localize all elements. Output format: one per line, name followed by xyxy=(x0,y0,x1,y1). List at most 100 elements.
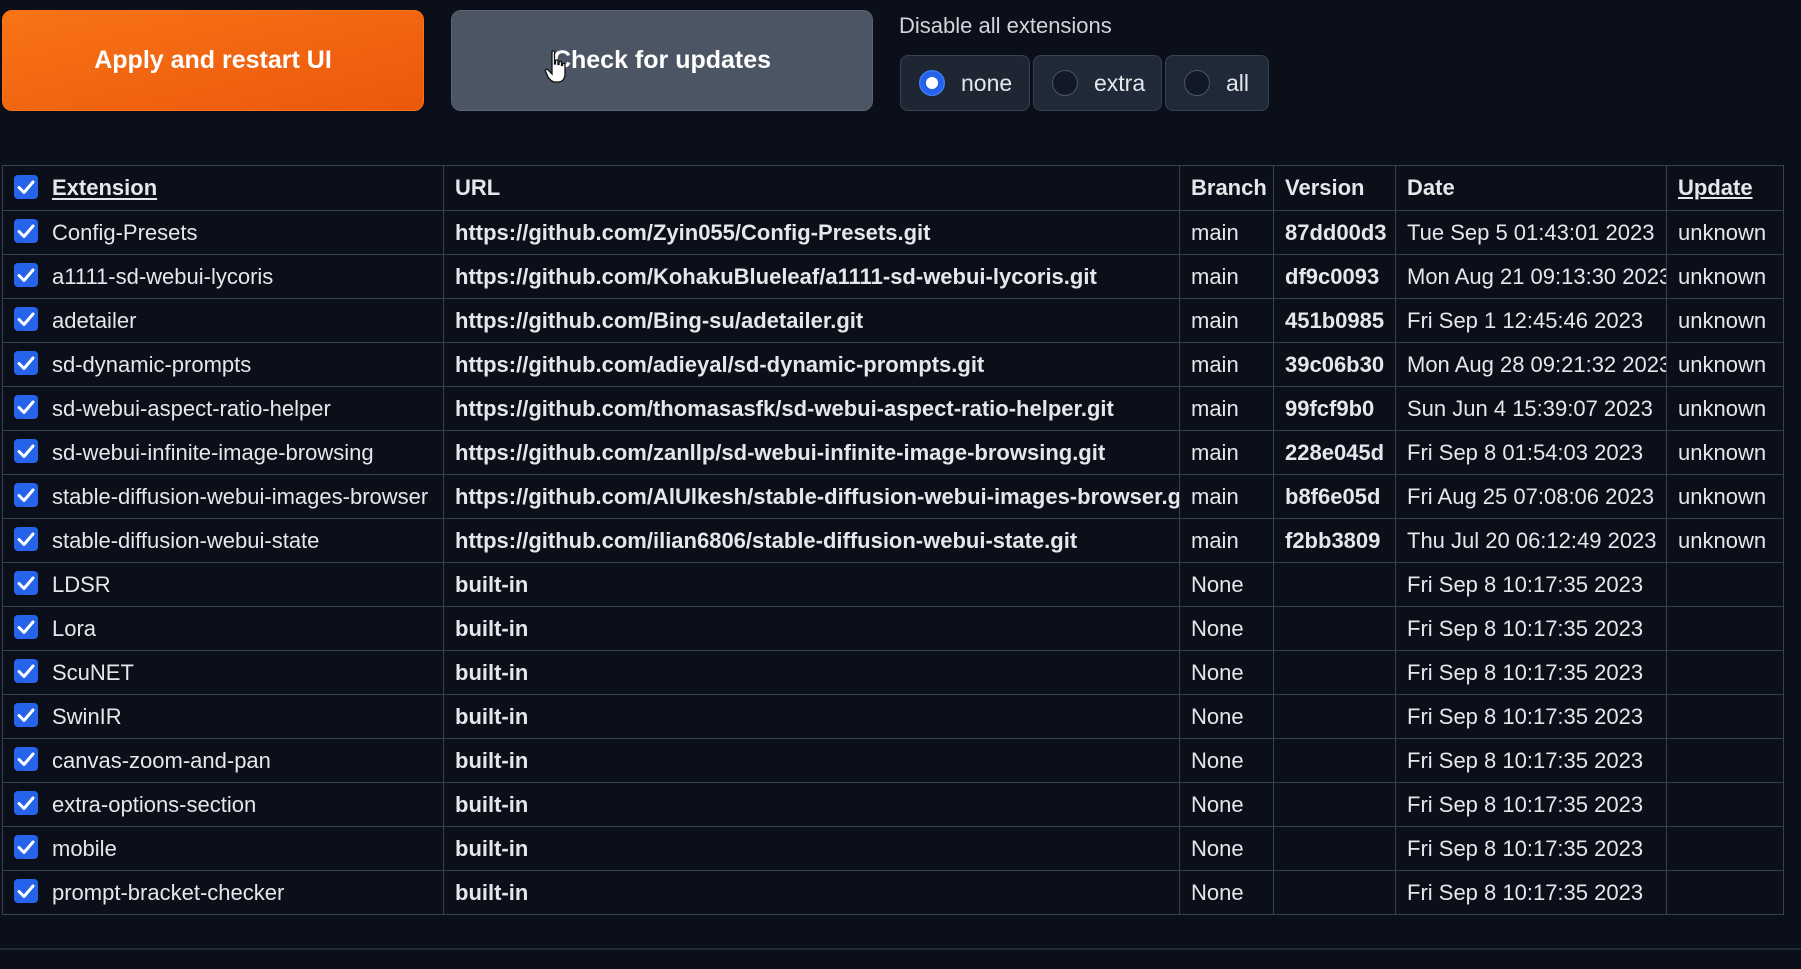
checkmark-icon xyxy=(17,576,35,591)
extension-name: sd-webui-infinite-image-browsing xyxy=(52,440,374,466)
extension-enabled-checkbox[interactable] xyxy=(14,527,38,552)
extensions-table: Extension URL Branch Version Date Update… xyxy=(2,165,1784,915)
extension-enabled-checkbox[interactable] xyxy=(14,747,38,772)
extension-enabled-checkbox[interactable] xyxy=(14,483,38,508)
extension-version xyxy=(1273,870,1396,915)
extension-version: 451b0985 xyxy=(1273,298,1396,343)
extension-enabled-checkbox[interactable] xyxy=(14,307,38,332)
extension-enabled-checkbox[interactable] xyxy=(14,615,38,640)
extension-url: built-in xyxy=(443,606,1180,651)
extension-update: unknown xyxy=(1666,518,1784,563)
extension-date: Fri Sep 1 12:45:46 2023 xyxy=(1395,298,1667,343)
extension-enabled-checkbox[interactable] xyxy=(14,571,38,596)
extension-url: https://github.com/Bing-su/adetailer.git xyxy=(443,298,1180,343)
checkmark-icon xyxy=(17,796,35,811)
header-branch: Branch xyxy=(1179,165,1274,211)
extension-url: https://github.com/Zyin055/Config-Preset… xyxy=(443,210,1180,255)
extension-update xyxy=(1666,650,1784,695)
extension-name: adetailer xyxy=(52,308,137,334)
extension-version xyxy=(1273,738,1396,783)
extension-date: Fri Sep 8 10:17:35 2023 xyxy=(1395,650,1667,695)
extension-branch: main xyxy=(1179,210,1274,255)
extension-name: mobile xyxy=(52,836,117,862)
extension-update: unknown xyxy=(1666,474,1784,519)
extension-date: Fri Sep 8 10:17:35 2023 xyxy=(1395,562,1667,607)
table-row: SwinIR built-in None Fri Sep 8 10:17:35 202… xyxy=(2,694,1784,739)
apply-restart-button[interactable]: Apply and restart UI xyxy=(2,10,424,111)
table-row: a1111-sd-webui-lycoris https://github.com… xyxy=(2,254,1784,299)
extension-branch: main xyxy=(1179,298,1274,343)
extension-cell: extra-options-section xyxy=(2,782,444,827)
extensions-panel: Apply and restart UI Check for updates D… xyxy=(0,0,1801,969)
extension-cell: Config-Presets xyxy=(2,210,444,255)
check-updates-button[interactable]: Check for updates xyxy=(451,10,873,111)
extension-cell: adetailer xyxy=(2,298,444,343)
extension-cell: sd-webui-infinite-image-browsing xyxy=(2,430,444,475)
extension-enabled-checkbox[interactable] xyxy=(14,835,38,860)
extension-update xyxy=(1666,826,1784,871)
checkmark-icon xyxy=(17,620,35,635)
table-row: mobile built-in None Fri Sep 8 10:17:35 202… xyxy=(2,826,1784,871)
checkmark-icon xyxy=(17,708,35,723)
radio-option-extra[interactable]: extra xyxy=(1033,55,1162,111)
extension-update xyxy=(1666,870,1784,915)
extension-enabled-checkbox[interactable] xyxy=(14,439,38,464)
checkmark-icon xyxy=(17,444,35,459)
extension-enabled-checkbox[interactable] xyxy=(14,703,38,728)
extension-enabled-checkbox[interactable] xyxy=(14,879,38,904)
extension-enabled-checkbox[interactable] xyxy=(14,263,38,288)
radio-unchecked-icon xyxy=(1184,70,1210,96)
divider xyxy=(0,948,1801,950)
extension-date: Fri Sep 8 10:17:35 2023 xyxy=(1395,782,1667,827)
extension-update: unknown xyxy=(1666,342,1784,387)
extension-url: built-in xyxy=(443,650,1180,695)
extension-date: Fri Sep 8 10:17:35 2023 xyxy=(1395,870,1667,915)
header-extension[interactable]: Extension xyxy=(2,165,444,211)
checkmark-icon xyxy=(17,180,35,194)
table-row: prompt-bracket-checker built-in None Fri Se… xyxy=(2,870,1784,915)
extension-url: https://github.com/thomasasfk/sd-webui-a… xyxy=(443,386,1180,431)
extension-cell: ScuNET xyxy=(2,650,444,695)
extension-branch: main xyxy=(1179,386,1274,431)
extension-cell: mobile xyxy=(2,826,444,871)
extension-url: https://github.com/zanllp/sd-webui-infin… xyxy=(443,430,1180,475)
extension-name: stable-diffusion-webui-images-browser xyxy=(52,484,429,510)
header-update[interactable]: Update xyxy=(1666,165,1784,211)
checkmark-icon xyxy=(17,400,35,415)
extension-date: Mon Aug 28 09:21:32 2023 xyxy=(1395,342,1667,387)
radio-option-all[interactable]: all xyxy=(1165,55,1269,111)
extension-cell: sd-webui-aspect-ratio-helper xyxy=(2,386,444,431)
select-all-checkbox[interactable] xyxy=(14,174,38,199)
extension-cell: LDSR xyxy=(2,562,444,607)
extension-enabled-checkbox[interactable] xyxy=(14,351,38,376)
extension-enabled-checkbox[interactable] xyxy=(14,219,38,244)
extension-cell: a1111-sd-webui-lycoris xyxy=(2,254,444,299)
extension-version xyxy=(1273,562,1396,607)
extension-cell: sd-dynamic-prompts xyxy=(2,342,444,387)
radio-option-none[interactable]: none xyxy=(900,55,1030,111)
extension-enabled-checkbox[interactable] xyxy=(14,791,38,816)
header-url: URL xyxy=(443,165,1180,211)
extension-branch: None xyxy=(1179,562,1274,607)
checkmark-icon xyxy=(17,356,35,371)
extension-branch: main xyxy=(1179,430,1274,475)
extension-enabled-checkbox[interactable] xyxy=(14,659,38,684)
extension-update xyxy=(1666,782,1784,827)
disable-extensions-radio-group: none extra all xyxy=(900,55,1269,111)
table-row: Config-Presets https://github.com/Zyin055… xyxy=(2,210,1784,255)
extension-name: Lora xyxy=(52,616,97,642)
extension-version: 228e045d xyxy=(1273,430,1396,475)
table-row: adetailer https://github.com/Bing-su/adet… xyxy=(2,298,1784,343)
extension-version: 99fcf9b0 xyxy=(1273,386,1396,431)
extension-name: Config-Presets xyxy=(52,220,198,246)
extension-url: https://github.com/KohakuBlueleaf/a1111-… xyxy=(443,254,1180,299)
extension-branch: None xyxy=(1179,650,1274,695)
extension-name: a1111-sd-webui-lycoris xyxy=(52,264,274,290)
checkmark-icon xyxy=(17,884,35,899)
extension-branch: main xyxy=(1179,518,1274,563)
extension-enabled-checkbox[interactable] xyxy=(14,395,38,420)
table-row: sd-webui-infinite-image-browsing https://… xyxy=(2,430,1784,475)
radio-option-label: extra xyxy=(1094,69,1146,96)
extension-update: unknown xyxy=(1666,210,1784,255)
extension-update xyxy=(1666,562,1784,607)
